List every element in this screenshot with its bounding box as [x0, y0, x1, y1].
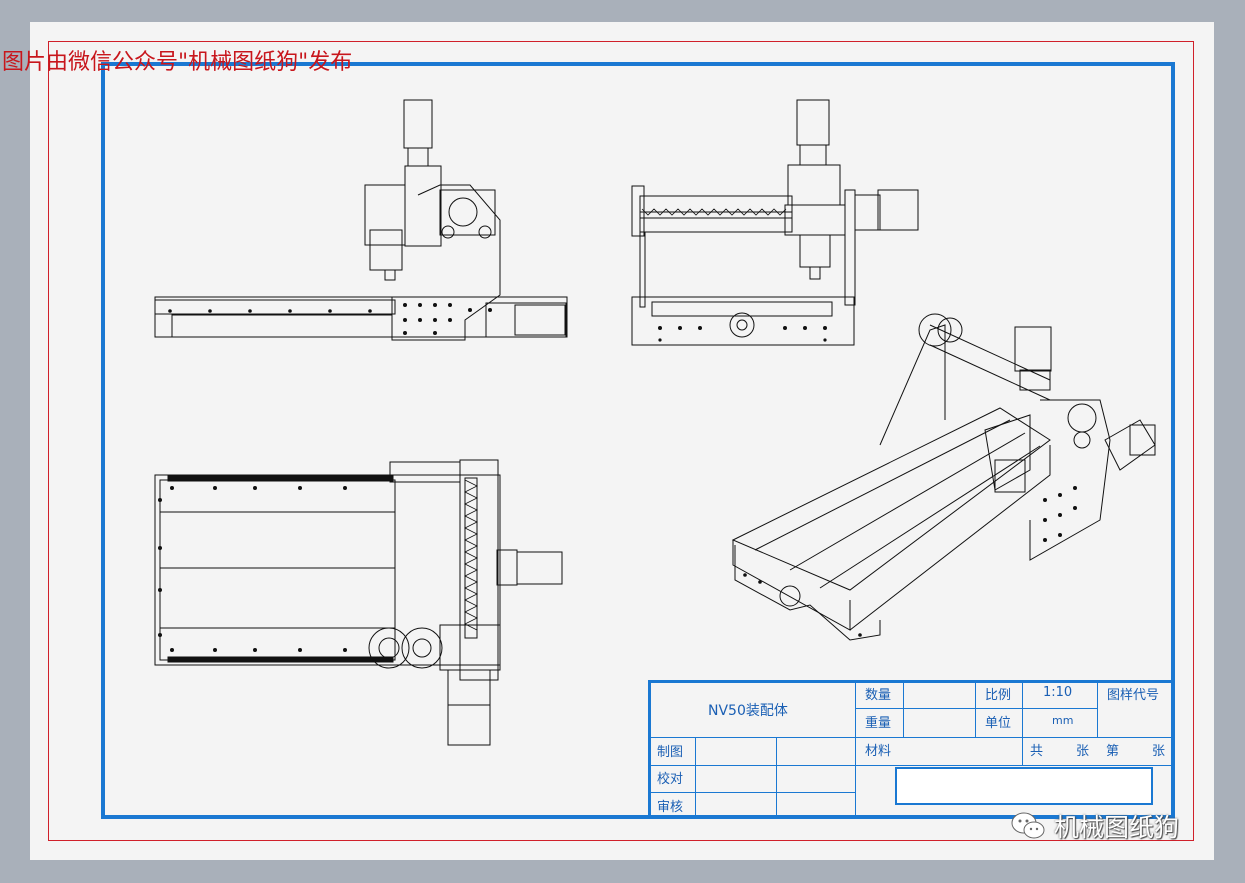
approved-label: 审核 — [657, 800, 684, 815]
checked-label: 校对 — [657, 772, 684, 787]
sheet-label: 张 — [1152, 744, 1166, 759]
total-label: 共 — [1030, 744, 1044, 759]
weight-label: 重量 — [865, 716, 892, 731]
side-view — [631, 99, 919, 346]
sheet-no-label: 第 — [1106, 744, 1120, 759]
sheets-label: 张 — [1076, 744, 1090, 759]
isometric-view — [731, 313, 1156, 641]
drawing-code-box — [895, 767, 1153, 805]
top-view — [154, 459, 563, 746]
brand-watermark: 机械图纸狗 — [1010, 808, 1179, 844]
unit-value: mm — [1052, 714, 1074, 727]
material-label: 材料 — [865, 744, 892, 759]
scale-label: 比例 — [985, 688, 1012, 703]
brand-text: 机械图纸狗 — [1054, 813, 1180, 842]
qty-label: 数量 — [865, 688, 892, 703]
wechat-logo-icon — [1011, 812, 1045, 839]
drawing-name: NV50装配体 — [708, 703, 788, 719]
drawing-code-label: 图样代号 — [1107, 688, 1160, 703]
front-view — [154, 99, 568, 341]
unit-label: 单位 — [985, 716, 1012, 731]
drawn-label: 制图 — [657, 745, 684, 760]
scale-value: 1:10 — [1043, 685, 1073, 700]
